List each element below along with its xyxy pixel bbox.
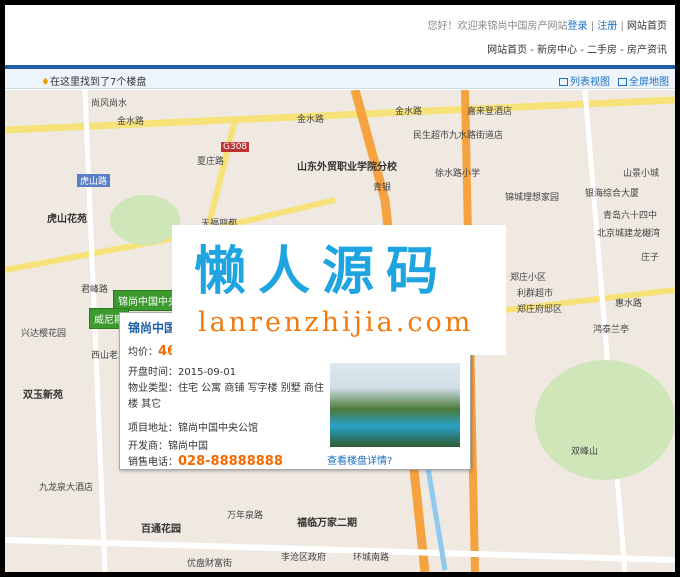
map-label: 双峰山 <box>571 447 599 457</box>
open-date: 2015-09-01 <box>178 367 237 378</box>
list-view-button[interactable]: 列表视图 <box>570 77 610 88</box>
map-label: 徐水路小学 <box>435 169 481 179</box>
found-count: ♦在这里找到了7个楼盘 <box>41 77 147 88</box>
map-label: 尚风尚水 <box>91 99 128 109</box>
developer: 锦尚中国 <box>168 441 208 452</box>
nav-new[interactable]: 新房中心 <box>537 45 577 56</box>
main-nav: 网站首页 - 新房中心 - 二手房 - 房产资讯 <box>487 45 667 56</box>
map-label: 虎山花苑 <box>47 214 87 225</box>
map-label: 君峰路 <box>81 285 109 295</box>
greeting: 您好！欢迎来锦尚中国房产网站 <box>427 21 568 32</box>
map-label: 惠水路 <box>615 299 643 309</box>
map-label: 青银 <box>373 183 392 193</box>
login-link[interactable]: 登录 <box>568 21 588 32</box>
home-link[interactable]: 网站首页 <box>627 21 667 32</box>
map-label: G308 <box>221 142 250 152</box>
map-label: 山景小城 <box>623 169 660 179</box>
map-label: 庄子 <box>641 253 660 263</box>
map-label: 金水路 <box>297 115 325 125</box>
map-label: 环城南路 <box>353 553 390 563</box>
watermark-cn: 懒人源码 <box>194 242 451 302</box>
map-label: 虎山路 <box>77 174 111 187</box>
map-label: 利群超市 <box>517 289 554 299</box>
map-label: 郑庄小区 <box>510 273 547 283</box>
map-label: 兴达樱花园 <box>21 329 67 339</box>
fullscreen-button[interactable]: 全屏地图 <box>629 77 669 88</box>
open-label: 开盘时间： <box>128 367 178 378</box>
property-photo[interactable] <box>330 363 460 447</box>
pin-icon: ♦ <box>41 77 50 88</box>
map-label: 民生超市九水路街道店 <box>413 131 504 141</box>
watermark-en: lanrenzhijia.com <box>198 307 474 338</box>
developer-label: 开发商： <box>128 441 168 452</box>
type-label: 物业类型： <box>128 383 178 394</box>
phone-label: 销售电话： <box>128 457 178 468</box>
map-label: 九龙泉大酒店 <box>39 483 94 493</box>
property-title[interactable]: 锦尚中国 <box>128 319 176 336</box>
map-label: 鸿泰兰亭 <box>593 325 630 335</box>
map-label: 金水路 <box>395 107 423 117</box>
map-label: 青岛六十四中 <box>603 211 658 221</box>
map-label: 山东外贸职业学院分校 <box>297 162 397 173</box>
map-toolbar: ♦在这里找到了7个楼盘 列表视图 全屏地图 <box>5 69 675 89</box>
map-label: 优盘财富街 <box>187 559 233 569</box>
watermark: 懒人源码 lanrenzhijia.com <box>172 225 506 355</box>
map-label: 北京城建龙樾湾 <box>597 229 661 239</box>
phone: 028-88888888 <box>178 454 283 469</box>
nav-used[interactable]: 二手房 <box>587 45 617 56</box>
map-label: 嘉来登酒店 <box>467 107 513 117</box>
map-label: 郑庄府邸区 <box>517 305 563 315</box>
map-label: 百通花园 <box>141 524 181 535</box>
map-label: 李沧区政府 <box>281 553 327 563</box>
view-details-link[interactable]: 查看楼盘详情? <box>327 452 392 467</box>
price-label: 均价： <box>128 347 158 358</box>
map-label: 锦城理想家园 <box>505 193 560 203</box>
nav-news[interactable]: 房产资讯 <box>627 45 667 56</box>
map-label: 银海综合大厦 <box>585 189 640 199</box>
map-label: 双玉新苑 <box>23 390 63 401</box>
register-link[interactable]: 注册 <box>597 21 617 32</box>
map-label: 夏庄路 <box>197 157 225 167</box>
fullscreen-icon <box>618 78 627 86</box>
address: 锦尚中国中央公馆 <box>178 423 258 434</box>
nav-home[interactable]: 网站首页 <box>487 45 527 56</box>
address-label: 项目地址： <box>128 423 178 434</box>
top-links: 您好！欢迎来锦尚中国房产网站登录 | 注册 | 网站首页 <box>427 21 667 32</box>
map-label: 福临万家二期 <box>297 518 357 529</box>
map-label: 金水路 <box>117 117 145 127</box>
list-icon <box>559 78 568 86</box>
map-label: 万年泉路 <box>227 511 264 521</box>
